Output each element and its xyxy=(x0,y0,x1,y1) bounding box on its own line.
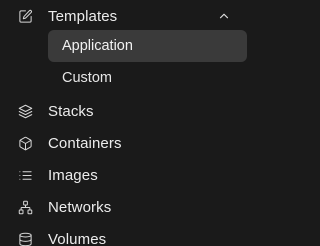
sidebar-item-volumes[interactable]: Volumes xyxy=(0,223,254,246)
sidebar-item-networks[interactable]: Networks xyxy=(0,191,254,223)
database-icon xyxy=(17,231,33,246)
sidebar-subitem-label: Application xyxy=(62,38,133,54)
sidebar-item-label: Stacks xyxy=(48,102,94,120)
sidebar-item-label: Networks xyxy=(48,198,112,216)
sidebar-subitem-custom[interactable]: Custom xyxy=(48,62,247,94)
sidebar-item-label: Volumes xyxy=(48,230,107,246)
sidebar-item-images[interactable]: Images xyxy=(0,159,254,191)
sidebar-item-containers[interactable]: Containers xyxy=(0,127,254,159)
sidebar-item-label: Templates xyxy=(48,7,118,25)
sidebar-item-label: Images xyxy=(48,166,98,184)
layers-icon xyxy=(17,103,33,119)
sidebar-subitem-label: Custom xyxy=(62,70,112,86)
chevron-up-icon[interactable] xyxy=(217,9,231,23)
sidebar-subitem-application[interactable]: Application xyxy=(48,30,247,62)
list-icon xyxy=(17,167,33,183)
network-icon xyxy=(17,199,33,215)
sidebar-item-stacks[interactable]: Stacks xyxy=(0,95,254,127)
box-icon xyxy=(17,135,33,151)
edit-icon xyxy=(17,8,33,24)
sidebar-item-templates[interactable]: Templates xyxy=(0,0,254,32)
sidebar-item-label: Containers xyxy=(48,134,122,152)
